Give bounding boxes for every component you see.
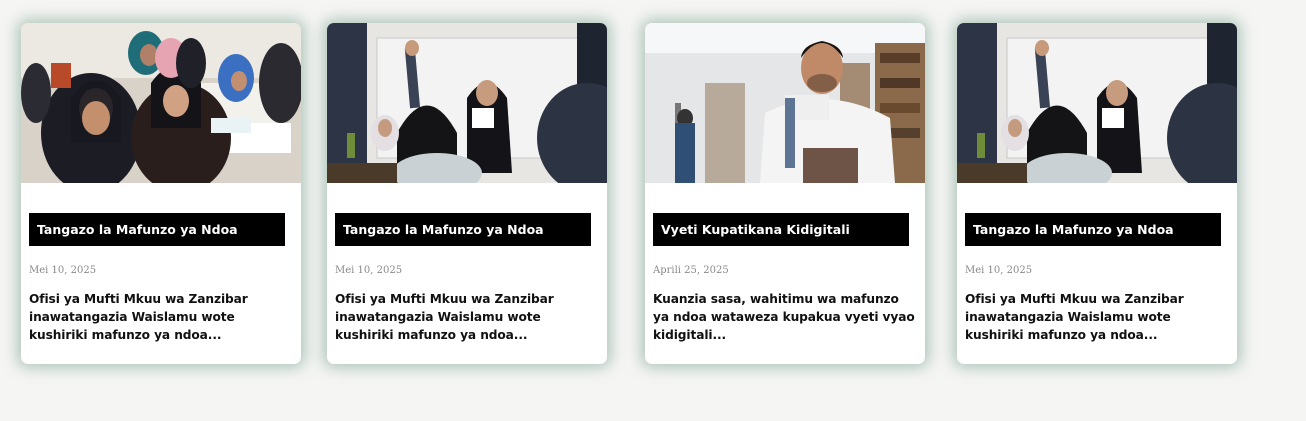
card-title[interactable]: Vyeti Kupatikana Kidigitali: [653, 213, 909, 246]
card-image[interactable]: [645, 23, 925, 183]
card-excerpt: Kuanzia sasa, wahitimu wa mafunzo ya ndo…: [653, 292, 915, 342]
card-date: Mei 10, 2025: [29, 265, 97, 276]
card-image[interactable]: [327, 23, 607, 183]
news-card[interactable]: Vyeti Kupatikana Kidigitali Aprili 25, 2…: [645, 23, 925, 364]
card-excerpt: Ofisi ya Mufti Mkuu wa Zanzibar inawatan…: [965, 292, 1184, 342]
card-excerpt: Ofisi ya Mufti Mkuu wa Zanzibar inawatan…: [29, 292, 248, 342]
news-card[interactable]: Tangazo la Mafunzo ya Ndoa Mei 10, 2025 …: [957, 23, 1237, 364]
card-date: Mei 10, 2025: [335, 265, 403, 276]
news-card[interactable]: Tangazo la Mafunzo ya Ndoa Mei 10, 2025 …: [327, 23, 607, 364]
card-title[interactable]: Tangazo la Mafunzo ya Ndoa: [29, 213, 285, 246]
card-title[interactable]: Tangazo la Mafunzo ya Ndoa: [335, 213, 591, 246]
card-image[interactable]: [957, 23, 1237, 183]
news-card[interactable]: Tangazo la Mafunzo ya Ndoa Mei 10, 2025 …: [21, 23, 301, 364]
card-image[interactable]: [21, 23, 301, 183]
card-excerpt: Ofisi ya Mufti Mkuu wa Zanzibar inawatan…: [335, 292, 554, 342]
card-date: Aprili 25, 2025: [653, 265, 729, 276]
card-title[interactable]: Tangazo la Mafunzo ya Ndoa: [965, 213, 1221, 246]
card-date: Mei 10, 2025: [965, 265, 1033, 276]
news-card-row: Tangazo la Mafunzo ya Ndoa Mei 10, 2025 …: [0, 0, 1306, 421]
